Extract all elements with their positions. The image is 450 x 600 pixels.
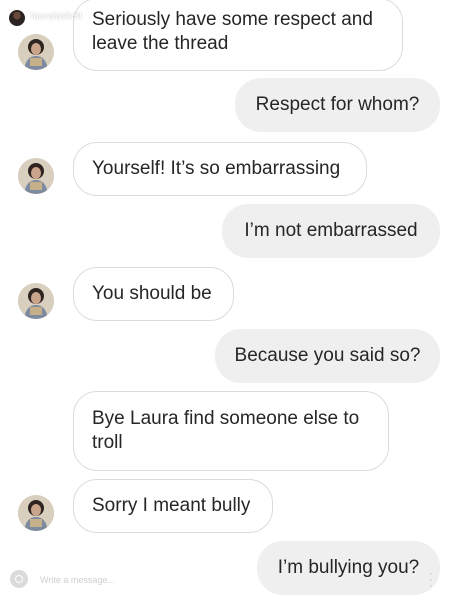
story-header: lauralaskett <box>0 0 450 34</box>
more-vertical-icon[interactable]: · · · <box>428 567 434 591</box>
message-text: Sorry I meant bully <box>92 495 251 516</box>
message-text: Yourself! It’s so embarrassing <box>92 158 341 179</box>
message-input[interactable] <box>38 568 252 592</box>
incoming-message-bubble[interactable]: Yourself! It’s so embarrassing <box>73 142 367 196</box>
message-text-line: Bye Laura find someone else to <box>92 408 360 429</box>
message-composer: ··· <box>0 562 450 600</box>
camera-icon[interactable] <box>10 570 28 588</box>
outgoing-message-bubble[interactable]: I’m not embarrassed <box>222 204 440 258</box>
dm-thread-screen: lauralaskett Seriously have some respect… <box>0 0 450 600</box>
message-text: You should be <box>92 283 212 304</box>
message-text: Because you said so? <box>234 345 421 366</box>
story-username[interactable]: lauralaskett <box>31 11 82 22</box>
message-text-line: leave the thread <box>92 33 229 54</box>
incoming-message-bubble[interactable]: You should be <box>73 267 234 321</box>
message-text: Respect for whom? <box>255 94 420 115</box>
sender-avatar[interactable] <box>18 283 54 319</box>
sender-avatar[interactable] <box>18 495 54 531</box>
sender-avatar[interactable] <box>18 158 54 194</box>
message-text-line: troll <box>92 432 123 453</box>
message-text: I’m not embarrassed <box>244 220 418 241</box>
story-avatar[interactable] <box>8 9 26 27</box>
sender-avatar[interactable] <box>18 34 54 70</box>
outgoing-message-bubble[interactable]: Respect for whom? <box>235 78 440 132</box>
outgoing-message-bubble[interactable]: Because you said so? <box>215 329 440 383</box>
incoming-message-bubble[interactable]: Sorry I meant bully <box>73 479 273 533</box>
incoming-message-bubble[interactable]: Bye Laura find someone else to troll <box>73 391 389 471</box>
